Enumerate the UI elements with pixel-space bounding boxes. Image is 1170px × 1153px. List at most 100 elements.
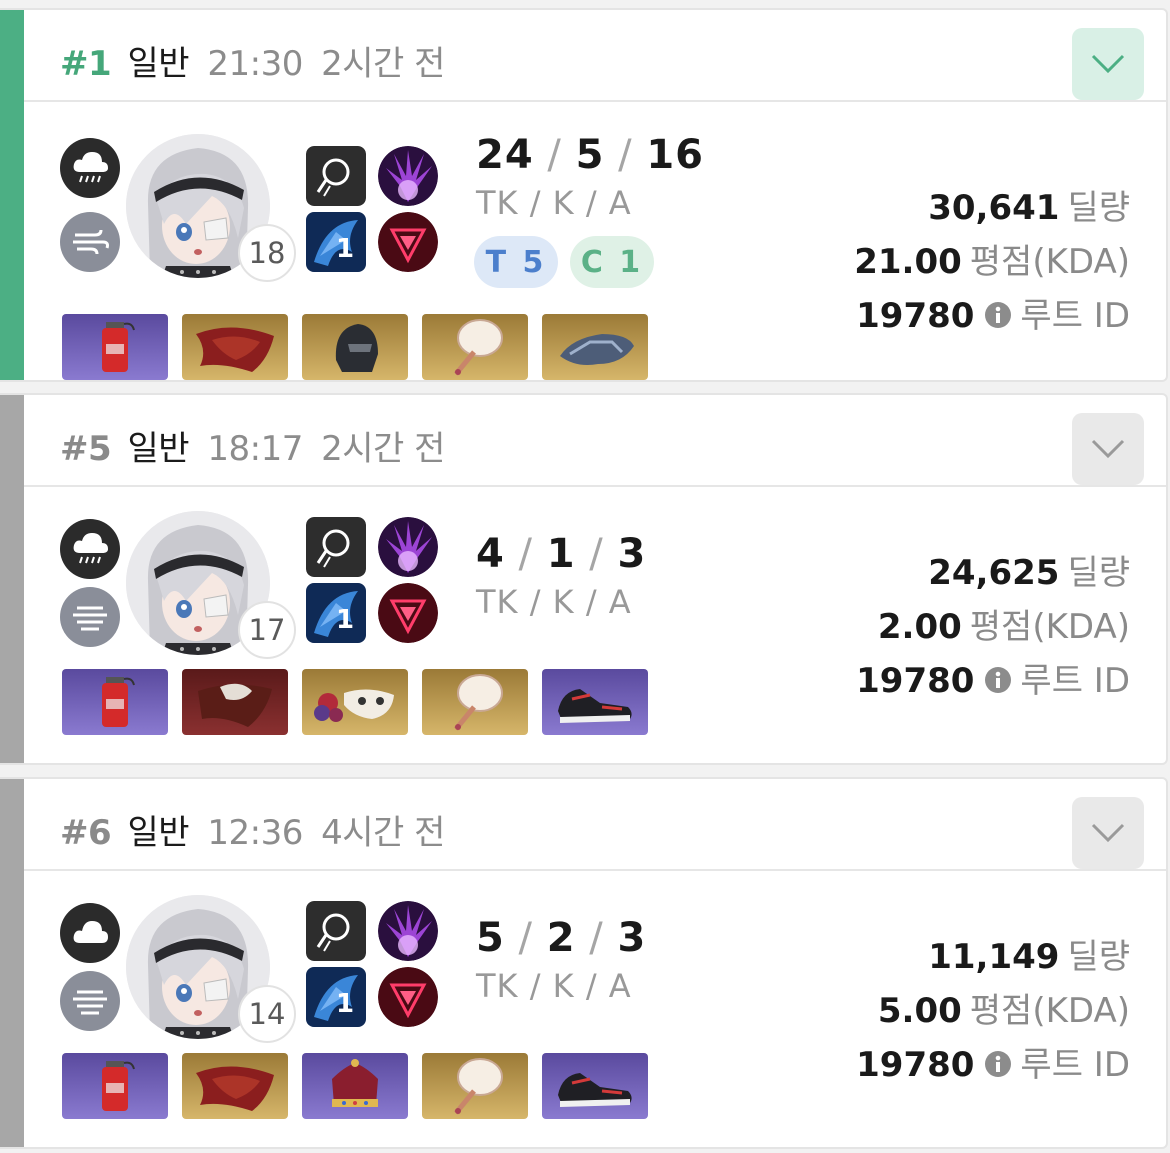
result-bar: [0, 779, 24, 1147]
kda-score: 4 / 1 / 3: [476, 531, 647, 577]
root-id-value: 19780: [856, 661, 975, 701]
match-card-3: #6 일반 12:36 4시간 전 14 1 5 / 2 / 3 TK / K …: [0, 777, 1168, 1149]
rain-cloud-icon: [60, 138, 120, 198]
rating-unit: 평점(KDA): [969, 607, 1130, 647]
match-header: #5 일반 18:17 2시간 전: [24, 395, 1166, 487]
kda-label: TK / K / A: [476, 583, 632, 621]
root-id-stat: 19780 루트 ID: [856, 1037, 1130, 1086]
fan-item[interactable]: [422, 314, 528, 380]
fog-icon: [60, 971, 120, 1031]
rose-mask-item[interactable]: [302, 669, 408, 735]
tier-badge: T 5: [474, 236, 558, 288]
match-card-1: #1 일반 21:30 2시간 전 18 1 24 / 5 / 16 TK / …: [0, 8, 1168, 382]
damage-value: 24,625: [928, 553, 1060, 593]
expand-button[interactable]: [1072, 797, 1144, 869]
rating-value: 5.00: [877, 991, 962, 1031]
rating-unit: 평점(KDA): [969, 991, 1130, 1031]
skill-purple-icon: [378, 517, 438, 577]
kda-tk: 24: [476, 132, 534, 178]
character-level: 18: [238, 224, 296, 282]
match-card-2: #5 일반 18:17 2시간 전 17 1 4 / 1 / 3 TK / K …: [0, 393, 1168, 765]
grenade-item[interactable]: [62, 1053, 168, 1119]
root-id-stat: 19780 루트 ID: [856, 288, 1130, 337]
character-avatar[interactable]: 18: [126, 134, 296, 282]
crown-item[interactable]: [302, 1053, 408, 1119]
kda-score: 24 / 5 / 16: [476, 132, 704, 178]
skill-red-icon: [378, 212, 438, 272]
kda-k: 2: [546, 915, 576, 961]
dark-cloak-item[interactable]: [182, 669, 288, 735]
info-icon[interactable]: [984, 301, 1012, 329]
rating-value: 2.00: [877, 607, 962, 647]
match-header: #6 일반 12:36 4시간 전: [24, 779, 1166, 871]
kda-label: TK / K / A: [476, 967, 632, 1005]
cloud-icon: [60, 903, 120, 963]
match-ago: 2시간 전: [321, 429, 445, 469]
root-id-value: 19780: [856, 296, 975, 336]
skill-red-icon: [378, 583, 438, 643]
skill-q-icon: [306, 517, 366, 577]
skill-purple-icon: [378, 901, 438, 961]
match-rank: #1: [60, 44, 112, 84]
kda-k: 5: [575, 132, 605, 178]
damage-unit: 딜량: [1067, 188, 1130, 228]
expand-button[interactable]: [1072, 413, 1144, 485]
fog-icon: [60, 587, 120, 647]
character-avatar[interactable]: 17: [126, 511, 296, 659]
skill-red-icon: [378, 967, 438, 1027]
root-id-unit: 루트 ID: [1020, 296, 1130, 336]
grenade-item[interactable]: [62, 669, 168, 735]
chevron-down-icon: [1091, 439, 1125, 459]
clan-badge: C 1: [570, 236, 654, 288]
kda-score: 5 / 2 / 3: [476, 915, 647, 961]
expand-button[interactable]: [1072, 28, 1144, 100]
match-header: #1 일반 21:30 2시간 전: [24, 10, 1166, 102]
sneakers-item[interactable]: [542, 1053, 648, 1119]
match-ago: 4시간 전: [321, 813, 445, 853]
character-level: 14: [238, 985, 296, 1043]
info-icon[interactable]: [984, 1050, 1012, 1078]
match-body: 17 1 4 / 1 / 3 TK / K / A 24,625 딜량 2.00 평…: [24, 489, 1166, 763]
damage-unit: 딜량: [1067, 937, 1130, 977]
match-ago: 2시간 전: [321, 44, 445, 84]
match-mode: 일반: [127, 813, 190, 853]
character-avatar[interactable]: 14: [126, 895, 296, 1043]
skill-level: 1: [336, 234, 355, 264]
skill-q-icon: [306, 146, 366, 206]
root-id-unit: 루트 ID: [1020, 1045, 1130, 1085]
match-title: #6 일반 12:36 4시간 전: [60, 805, 445, 854]
chevron-down-icon: [1091, 54, 1125, 74]
fan-item[interactable]: [422, 1053, 528, 1119]
chevron-down-icon: [1091, 823, 1125, 843]
black-helmet-item[interactable]: [302, 314, 408, 380]
skill-blue-icon: 1: [306, 212, 366, 272]
match-time: 12:36: [207, 813, 303, 853]
kda-a: 3: [617, 915, 647, 961]
skill-level: 1: [336, 989, 355, 1019]
result-bar: [0, 395, 24, 763]
fan-item[interactable]: [422, 669, 528, 735]
rating-stat: 5.00 평점(KDA): [878, 983, 1130, 1032]
rating-value: 21.00: [854, 242, 962, 282]
info-icon[interactable]: [984, 666, 1012, 694]
match-title: #5 일반 18:17 2시간 전: [60, 421, 445, 470]
damage-value: 30,641: [928, 188, 1060, 228]
match-mode: 일반: [127, 44, 190, 84]
kda-tk: 5: [476, 915, 505, 961]
root-id-value: 19780: [856, 1045, 975, 1085]
match-time: 21:30: [207, 44, 303, 84]
kda-k: 1: [546, 531, 576, 577]
rain-cloud-icon: [60, 519, 120, 579]
match-mode: 일반: [127, 429, 190, 469]
gauntlet-item[interactable]: [542, 314, 648, 380]
sneakers-item[interactable]: [542, 669, 648, 735]
match-title: #1 일반 21:30 2시간 전: [60, 36, 445, 85]
match-body: 14 1 5 / 2 / 3 TK / K / A 11,149 딜량 5.00 평…: [24, 873, 1166, 1147]
damage-value: 11,149: [928, 937, 1060, 977]
red-cloak-item[interactable]: [182, 314, 288, 380]
result-bar: [0, 10, 24, 380]
root-id-stat: 19780 루트 ID: [856, 653, 1130, 702]
red-cloak-item[interactable]: [182, 1053, 288, 1119]
skill-q-icon: [306, 901, 366, 961]
grenade-item[interactable]: [62, 314, 168, 380]
